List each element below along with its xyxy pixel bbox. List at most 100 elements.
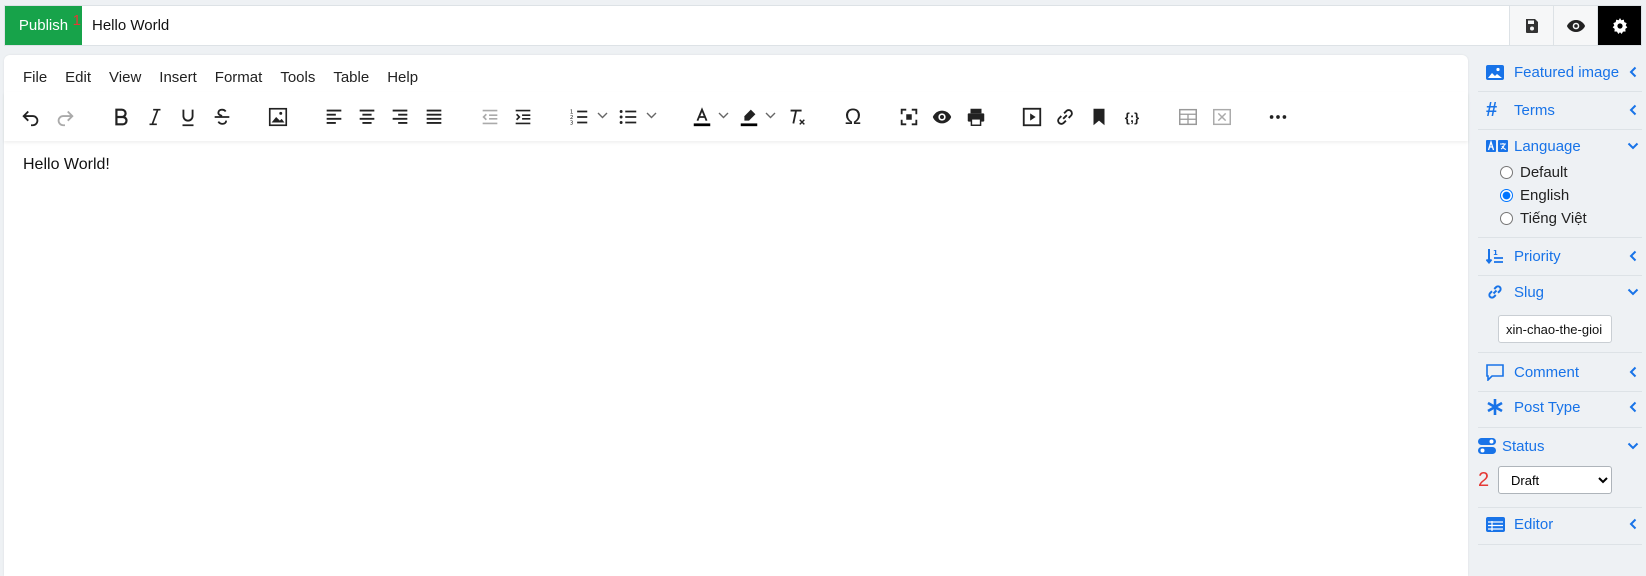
comment-label: Comment	[1514, 363, 1580, 381]
radio-english[interactable]	[1500, 189, 1513, 202]
bullet-list-icon	[619, 110, 637, 124]
strikethrough-button[interactable]	[207, 102, 237, 132]
terms-header[interactable]: # Terms	[1478, 95, 1642, 125]
italic-button[interactable]	[140, 102, 170, 132]
comment-header[interactable]: Comment	[1478, 357, 1642, 387]
outdent-button[interactable]	[475, 102, 505, 132]
eye-icon	[1566, 19, 1585, 32]
status-header[interactable]: Status	[1478, 431, 1642, 461]
insert-link-button[interactable]	[1050, 102, 1080, 132]
delete-table-button[interactable]	[1207, 102, 1237, 132]
indent-icon	[515, 109, 531, 125]
numbered-list-button[interactable]: 123	[564, 102, 594, 132]
publish-button[interactable]: Publish 1	[5, 6, 82, 45]
chevron-down-icon	[765, 112, 775, 118]
svg-text:1: 1	[1493, 249, 1498, 257]
language-option-default[interactable]: Default	[1500, 161, 1642, 184]
table-button[interactable]	[1173, 102, 1203, 132]
underline-button[interactable]	[173, 102, 203, 132]
editor-header[interactable]: Editor	[1478, 509, 1642, 539]
text-color-button[interactable]	[687, 102, 717, 132]
menu-tools[interactable]: Tools	[280, 69, 315, 86]
slug-input[interactable]	[1498, 315, 1612, 343]
align-justify-button[interactable]	[419, 102, 449, 132]
highlight-color-button[interactable]	[734, 102, 764, 132]
align-left-button[interactable]	[319, 102, 349, 132]
status-select-row: 2 Draft	[1478, 466, 1642, 494]
more-icon	[1269, 115, 1287, 119]
numbered-list-dropdown[interactable]	[596, 108, 608, 122]
print-button[interactable]	[961, 102, 991, 132]
anchor-button[interactable]	[1084, 102, 1114, 132]
bullet-list-button[interactable]	[613, 102, 643, 132]
highlight-color-dropdown[interactable]	[764, 108, 776, 122]
code-sample-button[interactable]: {;}	[1117, 102, 1147, 132]
align-right-button[interactable]	[385, 102, 415, 132]
save-button[interactable]	[1509, 6, 1553, 45]
featured-image-header[interactable]: Featured image	[1478, 57, 1642, 87]
save-icon	[1525, 18, 1538, 33]
bold-button[interactable]	[106, 102, 136, 132]
chevron-down-icon	[1627, 142, 1639, 150]
asterisk-icon	[1487, 399, 1503, 415]
bullet-list-dropdown[interactable]	[645, 108, 657, 122]
special-character-button[interactable]: Ω	[838, 102, 868, 132]
editor-content[interactable]: Hello World!	[23, 156, 110, 174]
radio-vietnamese[interactable]	[1500, 212, 1513, 225]
image-icon	[268, 107, 288, 127]
align-center-button[interactable]	[352, 102, 382, 132]
slug-header[interactable]: Slug	[1478, 277, 1642, 307]
delete-table-icon	[1213, 108, 1231, 126]
text-color-dropdown[interactable]	[717, 108, 729, 122]
language-label: Language	[1514, 137, 1581, 155]
post-title-input[interactable]	[82, 6, 1509, 45]
language-option-vietnamese[interactable]: Tiếng Việt	[1500, 207, 1642, 230]
insert-image-button[interactable]	[263, 102, 293, 132]
priority-header[interactable]: 1 Priority	[1478, 241, 1642, 271]
language-option-label: Tiếng Việt	[1520, 210, 1587, 227]
post-type-header[interactable]: Post Type	[1478, 392, 1642, 422]
indent-button[interactable]	[508, 102, 538, 132]
menu-insert[interactable]: Insert	[159, 69, 197, 86]
translate-icon	[1486, 140, 1508, 152]
chevron-down-icon	[597, 112, 607, 118]
section-editor: Editor	[1478, 509, 1642, 545]
undo-icon	[22, 110, 39, 127]
annotation-badge-1: 1	[72, 12, 81, 29]
preview-content-button[interactable]	[927, 102, 957, 132]
settings-button[interactable]	[1597, 6, 1641, 45]
menu-edit[interactable]: Edit	[65, 69, 91, 86]
media-icon	[1022, 107, 1042, 127]
menu-table[interactable]: Table	[333, 69, 369, 86]
menu-view[interactable]: View	[109, 69, 141, 86]
featured-image-label: Featured image	[1514, 63, 1620, 81]
strikethrough-icon	[214, 108, 230, 125]
svg-text:3: 3	[570, 120, 574, 126]
status-label: Status	[1502, 437, 1545, 455]
chevron-left-icon	[1629, 250, 1637, 262]
menu-help[interactable]: Help	[387, 69, 418, 86]
language-option-english[interactable]: English	[1500, 184, 1642, 207]
editor-panel: File Edit View Insert Format Tools Table…	[4, 55, 1468, 576]
post-type-label: Post Type	[1514, 398, 1581, 416]
preview-button[interactable]	[1553, 6, 1597, 45]
fullscreen-button[interactable]	[894, 102, 924, 132]
undo-button[interactable]	[16, 102, 46, 132]
section-language: Language Default English Tiếng Việt	[1478, 131, 1642, 238]
priority-label: Priority	[1514, 247, 1561, 265]
publish-label: Publish	[18, 17, 69, 34]
radio-default[interactable]	[1500, 166, 1513, 179]
omega-icon: Ω	[844, 104, 862, 129]
insert-media-button[interactable]	[1017, 102, 1047, 132]
chevron-left-icon	[1629, 104, 1637, 116]
language-header[interactable]: Language	[1478, 131, 1642, 161]
menu-format[interactable]: Format	[215, 69, 263, 86]
redo-button[interactable]	[50, 102, 80, 132]
bold-icon	[115, 108, 128, 126]
clear-formatting-button[interactable]	[782, 102, 812, 132]
more-tools-button[interactable]	[1263, 102, 1293, 132]
status-select[interactable]: Draft	[1498, 466, 1612, 494]
align-justify-icon	[426, 109, 442, 124]
menu-file[interactable]: File	[23, 69, 47, 86]
editor-label: Editor	[1514, 515, 1554, 533]
